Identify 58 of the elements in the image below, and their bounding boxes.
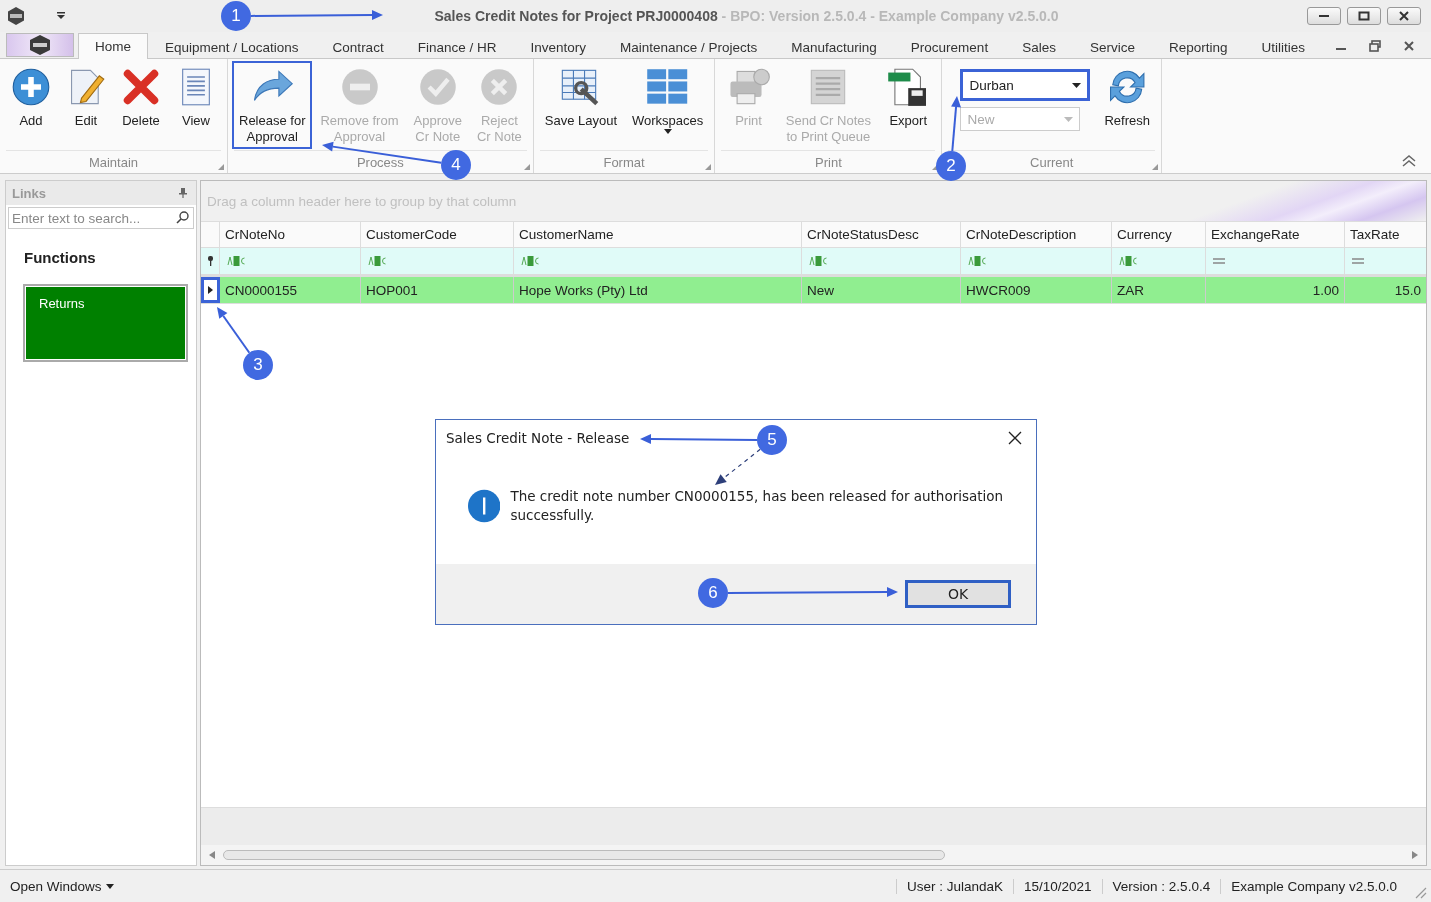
status-text: 15/10/2021 xyxy=(1013,878,1102,894)
group-label: Format xyxy=(603,154,645,170)
search-field[interactable]: Enter text to search... xyxy=(8,207,194,229)
callout-badge: 4 xyxy=(441,150,471,180)
status-text: Example Company v2.5.0.0 xyxy=(1220,878,1407,894)
column-header[interactable]: Currency xyxy=(1112,222,1206,247)
ribbon-tab[interactable]: Reporting xyxy=(1151,35,1245,59)
ribbon-button[interactable]: Refresh xyxy=(1097,61,1157,145)
panel-title: Links xyxy=(12,185,46,201)
column-header[interactable]: CrNoteNo xyxy=(220,222,361,247)
location-dropdown[interactable]: Durban xyxy=(960,69,1091,101)
ribbon-tab[interactable]: Finance / HR xyxy=(400,35,514,59)
status-text: Version : 2.5.0.4 xyxy=(1101,878,1221,894)
ribbon-tab[interactable]: Manufacturing xyxy=(774,35,894,59)
function-tile[interactable]: Returns xyxy=(23,284,188,362)
table-cell: 1.00 xyxy=(1206,277,1345,303)
group-label: Current xyxy=(1030,154,1074,170)
table-cell: Hope Works (Pty) Ltd xyxy=(514,277,802,303)
column-header[interactable]: CustomerName xyxy=(514,222,802,247)
callout-badge: 2 xyxy=(936,151,966,181)
ribbon-button[interactable]: View xyxy=(169,61,223,145)
column-header[interactable]: CrNoteDescription xyxy=(961,222,1112,247)
status-text: User : JulandaK xyxy=(895,878,1013,894)
column-header[interactable]: CrNoteStatusDesc xyxy=(802,222,961,247)
table-cell: New xyxy=(802,277,961,303)
table-cell: HOP001 xyxy=(361,277,514,303)
column-header[interactable]: TaxRate xyxy=(1345,222,1426,247)
section-heading: Functions xyxy=(23,248,97,268)
ribbon-button[interactable]: Workspaces xyxy=(625,61,711,145)
table-cell: ZAR xyxy=(1112,277,1206,303)
open-windows-button[interactable]: Open Windows xyxy=(0,878,124,894)
column-header[interactable]: CustomerCode xyxy=(361,222,514,247)
ribbon-tab[interactable]: Contract xyxy=(315,35,401,59)
table-cell: HWCR009 xyxy=(961,277,1112,303)
ribbon-tab[interactable]: Inventory xyxy=(513,35,603,59)
ribbon-tab[interactable]: Utilities xyxy=(1244,35,1322,59)
table-cell: 15.0 xyxy=(1345,277,1426,303)
ribbon-tab[interactable]: Maintenance / Projects xyxy=(602,35,775,59)
ribbon-button[interactable]: Export xyxy=(879,61,938,145)
ribbon-tab[interactable]: Home xyxy=(78,33,148,59)
ribbon-button[interactable]: Edit xyxy=(59,61,113,145)
ribbon-button[interactable]: Save Layout xyxy=(537,61,624,145)
ribbon-tab[interactable]: Equipment / Locations xyxy=(148,35,316,59)
ok-button[interactable]: OK xyxy=(905,580,1011,608)
ribbon-tab[interactable]: Procurement xyxy=(893,35,1006,59)
dialog-message: The credit note number CN0000155, has been released for authorisation successfully. xyxy=(510,487,1005,525)
group-label: Maintain xyxy=(88,154,139,170)
ribbon-tab[interactable]: Service xyxy=(1072,35,1152,59)
dialog-title: Sales Credit Note - Release xyxy=(446,430,630,446)
ribbon-button[interactable]: Delete xyxy=(114,61,168,145)
ribbon-button[interactable]: Add xyxy=(4,61,58,145)
window-title: Sales Credit Notes for Project PRJ0000408 xyxy=(434,8,718,24)
column-header[interactable]: ExchangeRate xyxy=(1206,222,1345,247)
ribbon-tab[interactable]: Sales xyxy=(1005,35,1073,59)
ribbon-button[interactable]: Release for Approval xyxy=(232,61,313,149)
group-label: Print xyxy=(815,154,842,170)
table-cell: CN0000155 xyxy=(220,277,361,303)
group-label: Process xyxy=(356,154,404,170)
